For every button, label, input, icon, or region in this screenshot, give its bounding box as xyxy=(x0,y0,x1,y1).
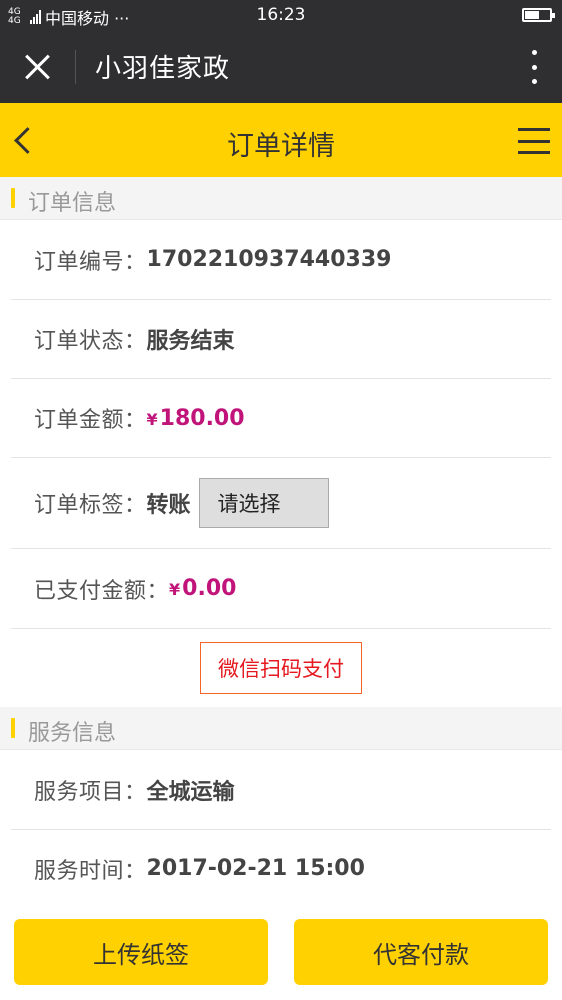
battery-level xyxy=(525,11,540,19)
paid-amount-number: 0.00 xyxy=(182,576,237,601)
pay-button-area: 微信扫码支付 xyxy=(0,629,562,707)
close-icon[interactable] xyxy=(20,49,56,85)
paid-amount-value: ¥0.00 xyxy=(169,576,236,601)
upload-paper-sign-button[interactable]: 上传纸签 xyxy=(14,919,268,985)
order-number-value: 1702210937440339 xyxy=(146,247,392,272)
order-tag-row: 订单标签： 转账 请选择 xyxy=(11,458,551,549)
order-info-section-header: 订单信息 xyxy=(0,177,562,220)
paid-amount-row: 已支付金额： ¥0.00 xyxy=(11,549,551,629)
order-tag-label: 订单标签： xyxy=(34,493,147,518)
service-time-value: 2017-02-21 15:00 xyxy=(146,856,365,881)
service-item-label: 服务项目： xyxy=(34,779,147,805)
page-header: 订单详情 xyxy=(0,103,562,177)
status-bar: 4G 4G 中国移动 ··· 16:23 xyxy=(0,0,562,30)
order-amount-number: 180.00 xyxy=(159,405,245,431)
service-time-row: 服务时间： 2017-02-21 15:00 xyxy=(11,830,551,907)
order-detail-content[interactable]: 订单信息 订单编号： 1702210937440339 订单状态： 服务结束 订… xyxy=(0,177,562,907)
section-title: 订单信息 xyxy=(28,191,117,216)
tag-select[interactable]: 请选择 xyxy=(198,478,329,528)
order-amount-value: ¥180.00 xyxy=(147,406,245,431)
status-time: 16:23 xyxy=(256,5,306,25)
section-marker xyxy=(11,718,15,738)
divider xyxy=(75,50,76,84)
paid-amount-label: 已支付金额： xyxy=(34,578,170,604)
order-amount-label: 订单金额： xyxy=(34,408,147,433)
order-status-value: 服务结束 xyxy=(146,329,235,354)
wechat-nav-bar: 小羽佳家政 xyxy=(0,30,562,103)
service-time-label: 服务时间： xyxy=(34,858,147,884)
proxy-pay-button[interactable]: 代客付款 xyxy=(294,919,548,985)
service-item-value: 全城运输 xyxy=(146,779,235,805)
footer-actions: 上传纸签 代客付款 xyxy=(0,907,562,1000)
battery-icon xyxy=(522,8,555,22)
order-amount-row: 订单金额： ¥180.00 xyxy=(11,379,551,458)
currency-symbol: ¥ xyxy=(169,580,181,599)
wechat-title: 小羽佳家政 xyxy=(95,54,231,84)
currency-symbol: ¥ xyxy=(146,409,158,429)
wechat-scan-pay-button[interactable]: 微信扫码支付 xyxy=(200,642,362,694)
order-status-row: 订单状态： 服务结束 xyxy=(11,300,551,379)
section-marker xyxy=(11,188,15,208)
service-info-section-header: 服务信息 xyxy=(0,707,562,750)
page-title: 订单详情 xyxy=(227,131,335,162)
service-item-row: 服务项目： 全城运输 xyxy=(11,750,551,830)
section-title: 服务信息 xyxy=(28,721,117,746)
order-number-row: 订单编号： 1702210937440339 xyxy=(11,220,551,300)
order-status-label: 订单状态： xyxy=(34,329,147,354)
order-tag-value: 转账 xyxy=(146,493,191,518)
more-icon[interactable] xyxy=(530,50,538,84)
order-number-label: 订单编号： xyxy=(34,249,147,275)
menu-icon[interactable] xyxy=(518,128,550,154)
